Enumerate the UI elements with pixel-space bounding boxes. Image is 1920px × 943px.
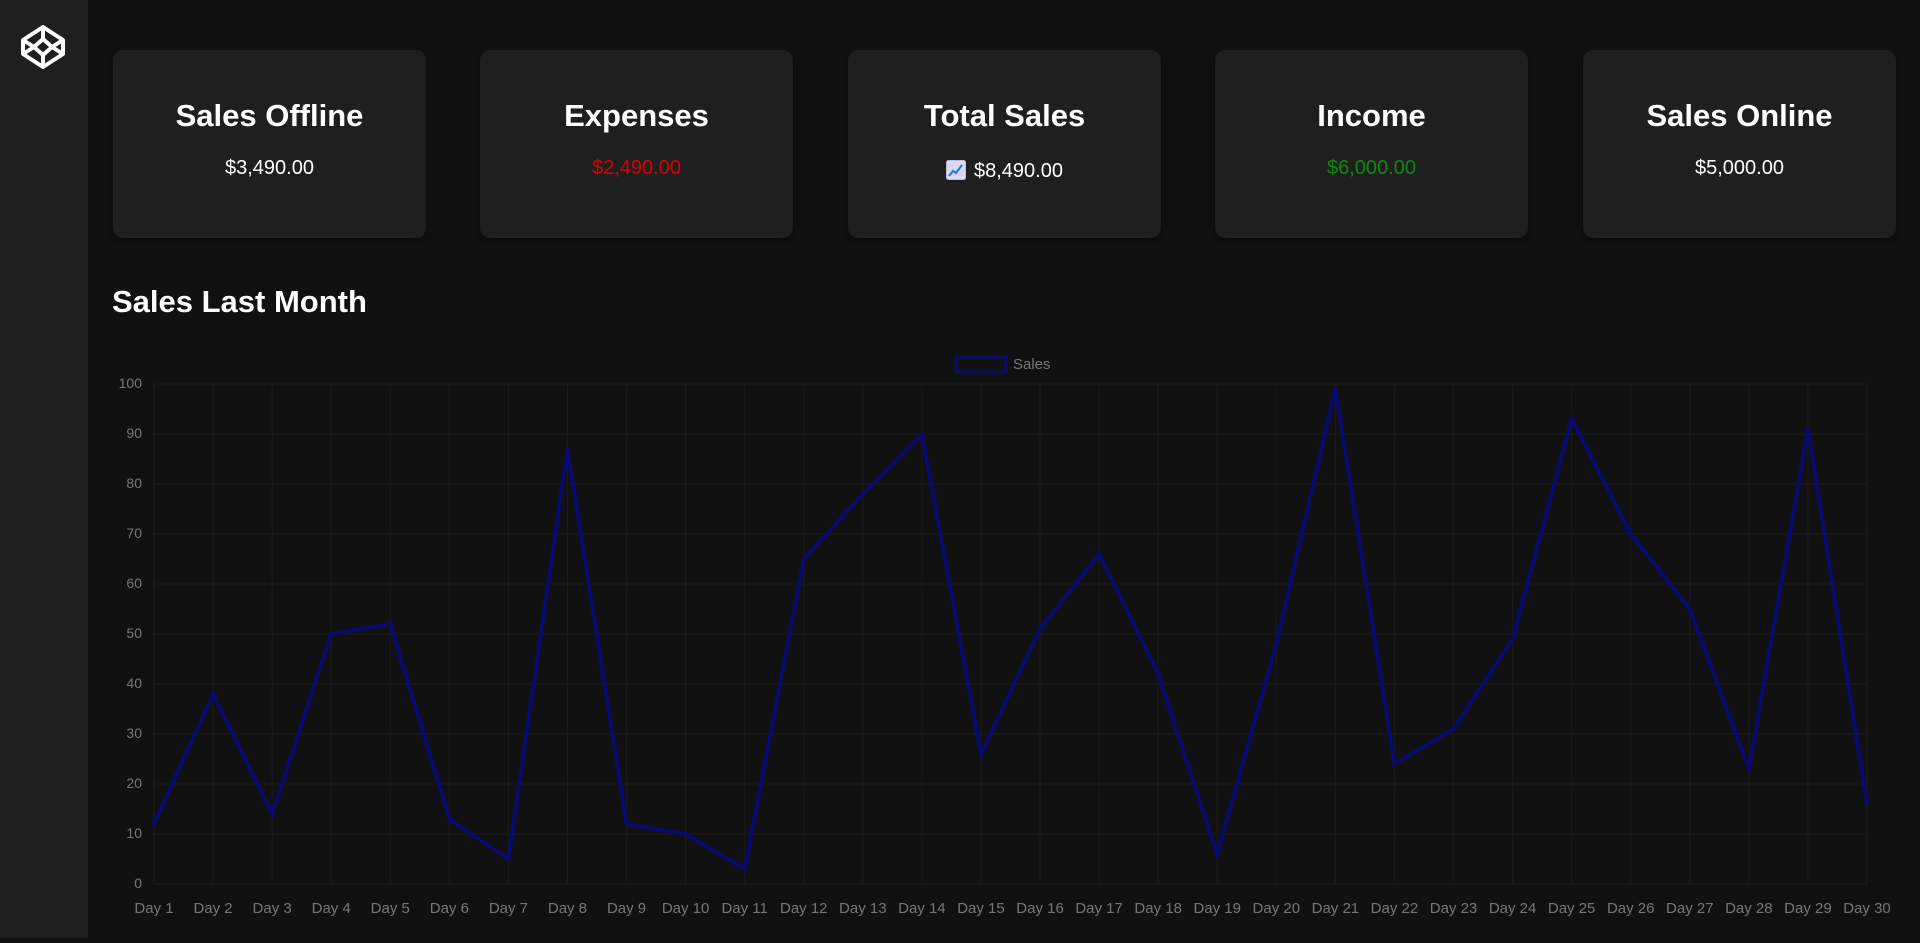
card-sales-online: Sales Online $5,000.00 — [1583, 50, 1896, 238]
y-tick-label: 30 — [126, 725, 142, 741]
data-point — [1274, 642, 1279, 646]
x-tick-label: Day 23 — [1430, 900, 1478, 917]
card-sales-offline: Sales Offline $3,490.00 — [113, 50, 426, 238]
card-value: $5,000.00 — [1695, 157, 1784, 179]
x-tick-label: Day 3 — [253, 900, 292, 917]
y-tick-label: 20 — [126, 775, 142, 791]
x-tick-label: Day 20 — [1253, 900, 1301, 917]
sidebar — [0, 0, 88, 938]
y-tick-label: 10 — [126, 825, 142, 841]
y-tick-label: 90 — [126, 425, 142, 441]
x-tick-label: Day 2 — [193, 900, 232, 917]
x-tick-label: Day 18 — [1134, 900, 1182, 917]
x-tick-label: Day 4 — [312, 900, 351, 917]
data-point — [1510, 637, 1515, 641]
data-point — [565, 447, 570, 451]
y-tick-label: 50 — [126, 625, 142, 641]
dashboard-main: Sales Offline $3,490.00 Expenses $2,490.… — [88, 0, 1920, 938]
x-tick-label: Day 24 — [1489, 900, 1537, 917]
data-point — [1038, 627, 1043, 631]
x-tick-label: Day 9 — [607, 900, 646, 917]
series-line — [152, 388, 1869, 873]
data-point — [1156, 672, 1161, 676]
x-tick-label: Day 26 — [1607, 900, 1655, 917]
card-value: $8,490.00 — [974, 160, 1063, 182]
data-point — [270, 812, 275, 816]
card-income: Income $6,000.00 — [1215, 50, 1528, 238]
data-point — [1392, 762, 1397, 766]
x-tick-label: Day 30 — [1843, 900, 1891, 917]
x-tick-label: Day 21 — [1312, 900, 1360, 917]
codepen-cube-icon[interactable] — [20, 24, 66, 70]
legend-swatch — [954, 355, 1008, 374]
x-tick-label: Day 27 — [1666, 900, 1714, 917]
card-title: Income — [1317, 98, 1426, 133]
data-point — [152, 822, 156, 826]
data-point — [978, 752, 983, 756]
data-point — [742, 867, 747, 871]
x-tick-label: Day 6 — [430, 900, 469, 917]
x-tick-label: Day 10 — [662, 900, 710, 917]
data-point — [860, 492, 865, 496]
y-tick-label: 100 — [119, 375, 143, 391]
x-tick-label: Day 14 — [898, 900, 946, 917]
card-expenses: Expenses $2,490.00 — [480, 50, 793, 238]
data-point — [1569, 417, 1574, 421]
sales-chart: 0 10 20 30 40 50 60 70 80 90 100 Day 1 Day 2 Day 3 Day… — [88, 340, 1920, 938]
card-title: Total Sales — [923, 98, 1086, 133]
card-title: Expenses — [564, 98, 709, 133]
data-point — [801, 557, 806, 561]
data-point — [1097, 552, 1102, 556]
x-tick-label: Day 12 — [780, 900, 828, 917]
y-tick-label: 0 — [134, 875, 142, 891]
x-tick-label: Day 22 — [1371, 900, 1419, 917]
card-value: $2,490.00 — [592, 157, 681, 179]
x-tick-label: Day 29 — [1784, 900, 1832, 917]
sales-line-chart: 0 10 20 30 40 50 60 70 80 90 100 Day 1 Day 2 Day 3 Day… — [119, 355, 1891, 917]
data-point — [1333, 387, 1338, 391]
x-tick-label: Day 1 — [134, 900, 173, 917]
data-point — [919, 432, 924, 436]
legend-label: Sales — [1013, 356, 1051, 373]
card-value-row: $8,490.00 — [848, 160, 1161, 183]
card-value: $6,000.00 — [1327, 157, 1416, 179]
data-point — [211, 692, 216, 696]
data-point — [329, 632, 334, 636]
x-tick-label: Day 19 — [1193, 900, 1241, 917]
data-point — [1628, 532, 1633, 536]
data-point — [447, 817, 452, 821]
data-point — [388, 622, 393, 626]
x-tick-label: Day 28 — [1725, 900, 1773, 917]
card-value: $3,490.00 — [225, 157, 314, 179]
chart-increasing-icon — [946, 160, 966, 180]
card-total-sales: Total Sales $8,490.00 — [848, 50, 1161, 238]
section-title: Sales Last Month — [112, 284, 367, 319]
data-point — [624, 822, 629, 826]
data-point — [1215, 852, 1220, 856]
y-tick-label: 60 — [126, 575, 142, 591]
data-point — [1451, 727, 1456, 731]
x-tick-label: Day 7 — [489, 900, 528, 917]
y-tick-label: 70 — [126, 525, 142, 541]
y-tick-label: 80 — [126, 475, 142, 491]
x-tick-label: Day 15 — [957, 900, 1005, 917]
data-point — [1746, 767, 1751, 771]
card-title: Sales Offline — [175, 98, 364, 133]
x-tick-label: Day 8 — [548, 900, 587, 917]
data-point — [506, 857, 511, 861]
data-point — [1865, 802, 1869, 806]
card-title: Sales Online — [1646, 98, 1833, 133]
x-tick-label: Day 25 — [1548, 900, 1596, 917]
x-tick-label: Day 17 — [1075, 900, 1123, 917]
x-tick-label: Day 16 — [1016, 900, 1064, 917]
x-tick-label: Day 13 — [839, 900, 887, 917]
data-point — [1687, 607, 1692, 611]
x-tick-label: Day 5 — [371, 900, 410, 917]
x-tick-label: Day 11 — [721, 900, 767, 917]
y-tick-label: 40 — [126, 675, 142, 691]
data-point — [683, 832, 688, 836]
data-point — [1805, 427, 1810, 431]
